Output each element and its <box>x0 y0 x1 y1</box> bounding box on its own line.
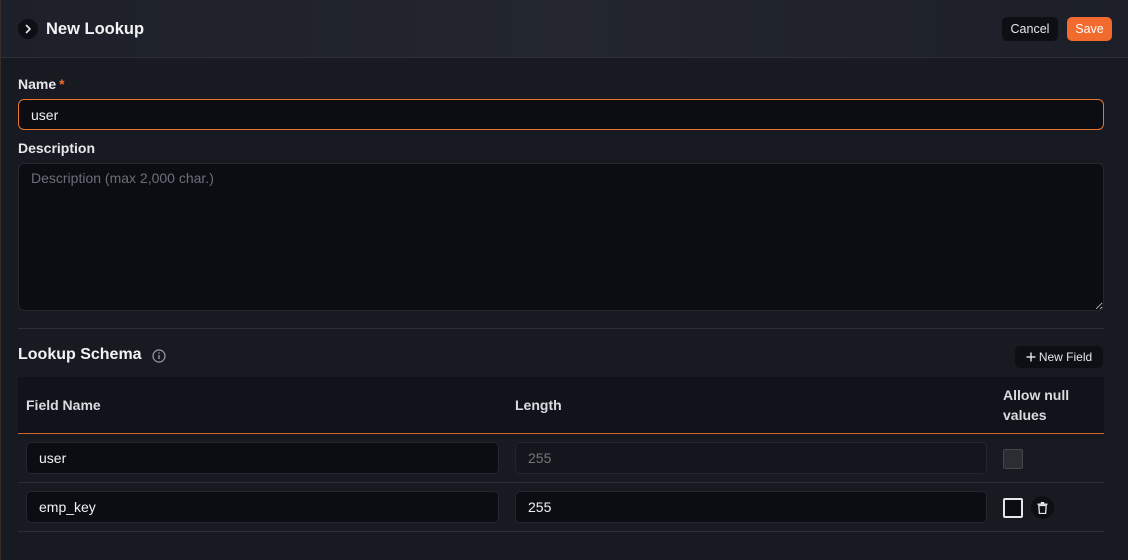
allow-null-checkbox <box>1003 449 1023 469</box>
schema-row <box>18 483 1104 532</box>
required-marker: * <box>59 76 65 92</box>
section-divider <box>18 328 1104 329</box>
column-header-field-name: Field Name <box>26 397 101 413</box>
name-label: Name * <box>18 76 65 92</box>
column-header-allow-null: Allow null values <box>1003 385 1069 425</box>
schema-row <box>18 434 1104 483</box>
info-icon[interactable] <box>152 349 166 363</box>
delete-field-button[interactable] <box>1031 496 1054 519</box>
panel-header: New Lookup Cancel Save <box>1 0 1128 58</box>
new-field-label: New Field <box>1038 350 1093 364</box>
save-button[interactable]: Save <box>1067 17 1112 41</box>
lookup-schema-title: Lookup Schema <box>18 346 142 363</box>
length-input <box>515 442 987 474</box>
name-input[interactable] <box>18 99 1104 130</box>
page-title: New Lookup <box>46 20 145 38</box>
chevron-right-icon <box>25 24 31 34</box>
allow-null-checkbox[interactable] <box>1003 498 1023 518</box>
description-input[interactable] <box>18 163 1104 311</box>
field-name-input[interactable] <box>26 442 499 474</box>
plus-icon <box>1026 352 1036 362</box>
column-header-length: Length <box>515 397 562 413</box>
description-label: Description <box>18 140 96 156</box>
cancel-button[interactable]: Cancel <box>1002 17 1058 41</box>
trash-icon <box>1037 501 1048 514</box>
allow-null-line-2: values <box>1003 407 1047 423</box>
new-lookup-panel: New Lookup Cancel Save Name* Description… <box>0 0 1128 560</box>
schema-table-header: Field Name Length Allow null values <box>18 377 1104 434</box>
collapse-toggle-button[interactable] <box>18 19 38 39</box>
new-field-button[interactable]: New Field <box>1015 346 1103 368</box>
name-label-text: Name <box>18 76 57 92</box>
field-name-input[interactable] <box>26 491 499 523</box>
length-input[interactable] <box>515 491 987 523</box>
allow-null-line-1: Allow null <box>1003 387 1070 403</box>
